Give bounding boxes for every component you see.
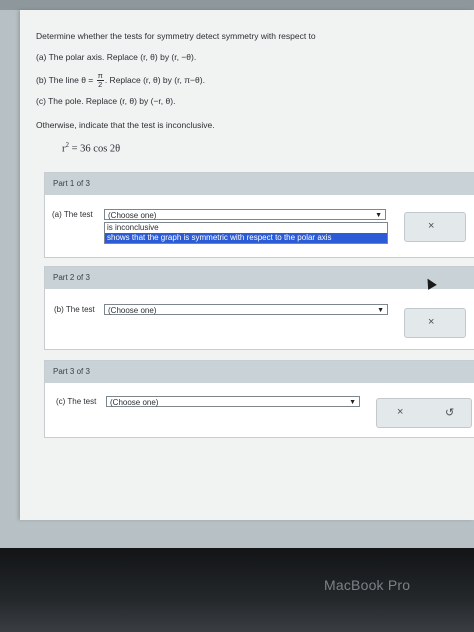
- part-3-label: (c) The test: [56, 397, 97, 406]
- part-2-select[interactable]: (Choose one) ▼: [104, 304, 388, 315]
- device-brand-label: MacBook Pro: [324, 577, 411, 593]
- top-strip: [0, 0, 474, 10]
- part-1-header: Part 1 of 3: [45, 173, 474, 195]
- condition-a: (a) The polar axis. Replace (r, θ) by (r…: [36, 52, 197, 62]
- clear-button[interactable]: ×: [428, 220, 434, 232]
- option-inconclusive[interactable]: is inconclusive: [105, 223, 387, 233]
- pi-over-2-fraction: π 2: [96, 71, 104, 89]
- part-3-header: Part 3 of 3: [45, 361, 474, 383]
- question-intro: Determine whether the tests for symmetry…: [36, 31, 316, 41]
- condition-b: (b) The line θ = π 2 . Replace (r, θ) by…: [36, 71, 205, 89]
- part-3-button-box: × ↺: [376, 398, 472, 428]
- part-2-button-box: ×: [404, 308, 466, 338]
- otherwise-text: Otherwise, indicate that the test is inc…: [36, 120, 215, 130]
- option-symmetric-polar-axis[interactable]: shows that the graph is symmetric with r…: [105, 233, 387, 243]
- chevron-down-icon: ▼: [375, 212, 382, 219]
- part-2-label: (b) The test: [54, 305, 95, 314]
- part-1-select[interactable]: (Choose one) ▼: [104, 209, 386, 220]
- equation: r2 = 36 cos 2θ: [62, 141, 121, 155]
- retry-icon[interactable]: ↺: [445, 406, 454, 419]
- condition-c: (c) The pole. Replace (r, θ) by (−r, θ).: [36, 96, 176, 106]
- part-2-header: Part 2 of 3: [45, 267, 474, 289]
- part-1-button-box: ×: [404, 212, 466, 242]
- part-1-dropdown: is inconclusive shows that the graph is …: [104, 222, 388, 244]
- part-1-label: (a) The test: [52, 210, 93, 219]
- clear-button[interactable]: ×: [428, 316, 434, 328]
- clear-button[interactable]: ×: [397, 406, 403, 418]
- chevron-down-icon: ▼: [349, 399, 356, 406]
- chevron-down-icon: ▼: [377, 307, 384, 314]
- part-3-select[interactable]: (Choose one) ▼: [106, 396, 360, 407]
